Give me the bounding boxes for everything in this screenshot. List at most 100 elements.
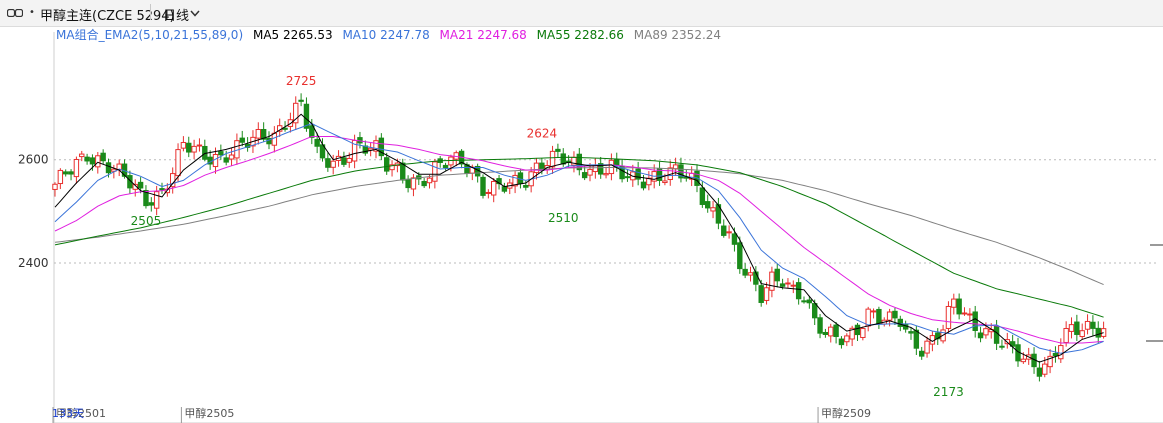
candle-up[interactable] xyxy=(828,326,834,337)
candle-up[interactable] xyxy=(1084,320,1091,330)
candle-up[interactable] xyxy=(710,207,716,212)
candle-down[interactable] xyxy=(999,345,1005,348)
candle-down[interactable] xyxy=(779,283,786,287)
candle-down[interactable] xyxy=(731,233,738,245)
candle-down[interactable] xyxy=(956,298,962,315)
candle-up[interactable] xyxy=(346,157,352,163)
candle-down[interactable] xyxy=(1095,327,1101,338)
candle-down[interactable] xyxy=(897,318,903,327)
candle-up[interactable] xyxy=(175,149,181,177)
candle-up[interactable] xyxy=(608,159,615,175)
candle-down[interactable] xyxy=(186,142,192,153)
candle-down[interactable] xyxy=(148,202,155,206)
candle-up[interactable] xyxy=(79,153,85,158)
candle-up[interactable] xyxy=(191,145,197,153)
candle-down[interactable] xyxy=(699,187,706,205)
candle-down[interactable] xyxy=(753,271,759,285)
candle-down[interactable] xyxy=(100,152,106,162)
candle-up[interactable] xyxy=(330,160,336,168)
candle-down[interactable] xyxy=(774,268,780,282)
candle-down[interactable] xyxy=(993,325,1000,344)
candle-up[interactable] xyxy=(95,155,101,168)
candle-down[interactable] xyxy=(919,350,925,357)
candle-down[interactable] xyxy=(833,324,839,338)
candle-up[interactable] xyxy=(228,154,235,160)
candle-down[interactable] xyxy=(822,331,829,335)
candle-down[interactable] xyxy=(624,176,631,179)
candle-up[interactable] xyxy=(1042,363,1048,375)
candle-down[interactable] xyxy=(223,157,229,163)
candle-up[interactable] xyxy=(844,335,850,343)
candle-up[interactable] xyxy=(983,328,989,336)
candle-up[interactable] xyxy=(1079,330,1085,338)
candle-up[interactable] xyxy=(410,177,417,190)
candle-down[interactable] xyxy=(972,311,978,331)
candle-up[interactable] xyxy=(870,310,877,313)
candle-down[interactable] xyxy=(576,153,582,171)
candle-up[interactable] xyxy=(961,312,968,315)
candle-down[interactable] xyxy=(239,137,245,143)
candle-up[interactable] xyxy=(533,162,540,174)
candle-up[interactable] xyxy=(57,169,64,185)
candle-down[interactable] xyxy=(560,153,566,165)
candle-down[interactable] xyxy=(314,138,320,147)
candle-up[interactable] xyxy=(271,132,278,146)
candle-up[interactable] xyxy=(603,173,609,176)
candle-down[interactable] xyxy=(758,285,764,303)
candle-up[interactable] xyxy=(951,298,957,308)
candle-down[interactable] xyxy=(63,171,69,175)
candle-up[interactable] xyxy=(945,305,952,329)
candle-up[interactable] xyxy=(485,191,492,194)
candle-down[interactable] xyxy=(1090,321,1096,329)
candle-down[interactable] xyxy=(817,317,823,334)
candle-down[interactable] xyxy=(705,201,711,209)
candle-down[interactable] xyxy=(801,300,807,303)
candle-up[interactable] xyxy=(924,340,930,354)
candle-up[interactable] xyxy=(865,308,871,327)
candle-up[interactable] xyxy=(549,150,556,168)
candle-down[interactable] xyxy=(298,99,304,102)
candle-up[interactable] xyxy=(255,129,262,139)
candle-down[interactable] xyxy=(517,172,524,184)
candle-down[interactable] xyxy=(405,178,411,189)
candle-down[interactable] xyxy=(854,324,861,336)
candle-up[interactable] xyxy=(1058,345,1064,360)
candle-up[interactable] xyxy=(747,272,754,276)
candle-down[interactable] xyxy=(68,171,74,175)
candle-down[interactable] xyxy=(908,331,914,334)
candle-down[interactable] xyxy=(1036,367,1043,377)
candle-up[interactable] xyxy=(860,328,866,338)
candle-down[interactable] xyxy=(812,303,818,319)
candle-up[interactable] xyxy=(1020,358,1027,363)
candle-down[interactable] xyxy=(737,242,743,270)
candle-up[interactable] xyxy=(726,231,732,234)
candle-down[interactable] xyxy=(1074,321,1080,335)
candle-up[interactable] xyxy=(672,164,679,170)
candle-up[interactable] xyxy=(967,313,973,316)
candle-down[interactable] xyxy=(555,148,561,152)
candle-down[interactable] xyxy=(341,157,347,165)
candle-down[interactable] xyxy=(325,158,331,168)
candle-down[interactable] xyxy=(218,151,224,156)
candle-up[interactable] xyxy=(587,168,593,176)
candle-down[interactable] xyxy=(614,159,620,166)
candle-up[interactable] xyxy=(52,183,58,190)
candle-down[interactable] xyxy=(159,188,165,191)
candle-up[interactable] xyxy=(426,177,433,184)
candle-down[interactable] xyxy=(137,181,144,189)
candle-down[interactable] xyxy=(84,156,90,162)
candle-up[interactable] xyxy=(886,311,893,321)
candlestick-chart[interactable]: 2400260027252505262425102173甲醇2501 甲醇2505… xyxy=(0,0,1163,423)
candle-down[interactable] xyxy=(89,157,96,165)
candle-down[interactable] xyxy=(913,329,920,349)
candle-up[interactable] xyxy=(1063,327,1069,343)
candle-up[interactable] xyxy=(432,161,438,182)
candle-up[interactable] xyxy=(491,180,497,196)
candle-down[interactable] xyxy=(442,164,449,168)
candle-up[interactable] xyxy=(73,158,80,178)
candle-down[interactable] xyxy=(892,310,898,319)
candle-up[interactable] xyxy=(180,142,187,149)
candle-up[interactable] xyxy=(763,287,770,301)
candle-up[interactable] xyxy=(196,144,203,147)
candle-down[interactable] xyxy=(282,127,288,130)
